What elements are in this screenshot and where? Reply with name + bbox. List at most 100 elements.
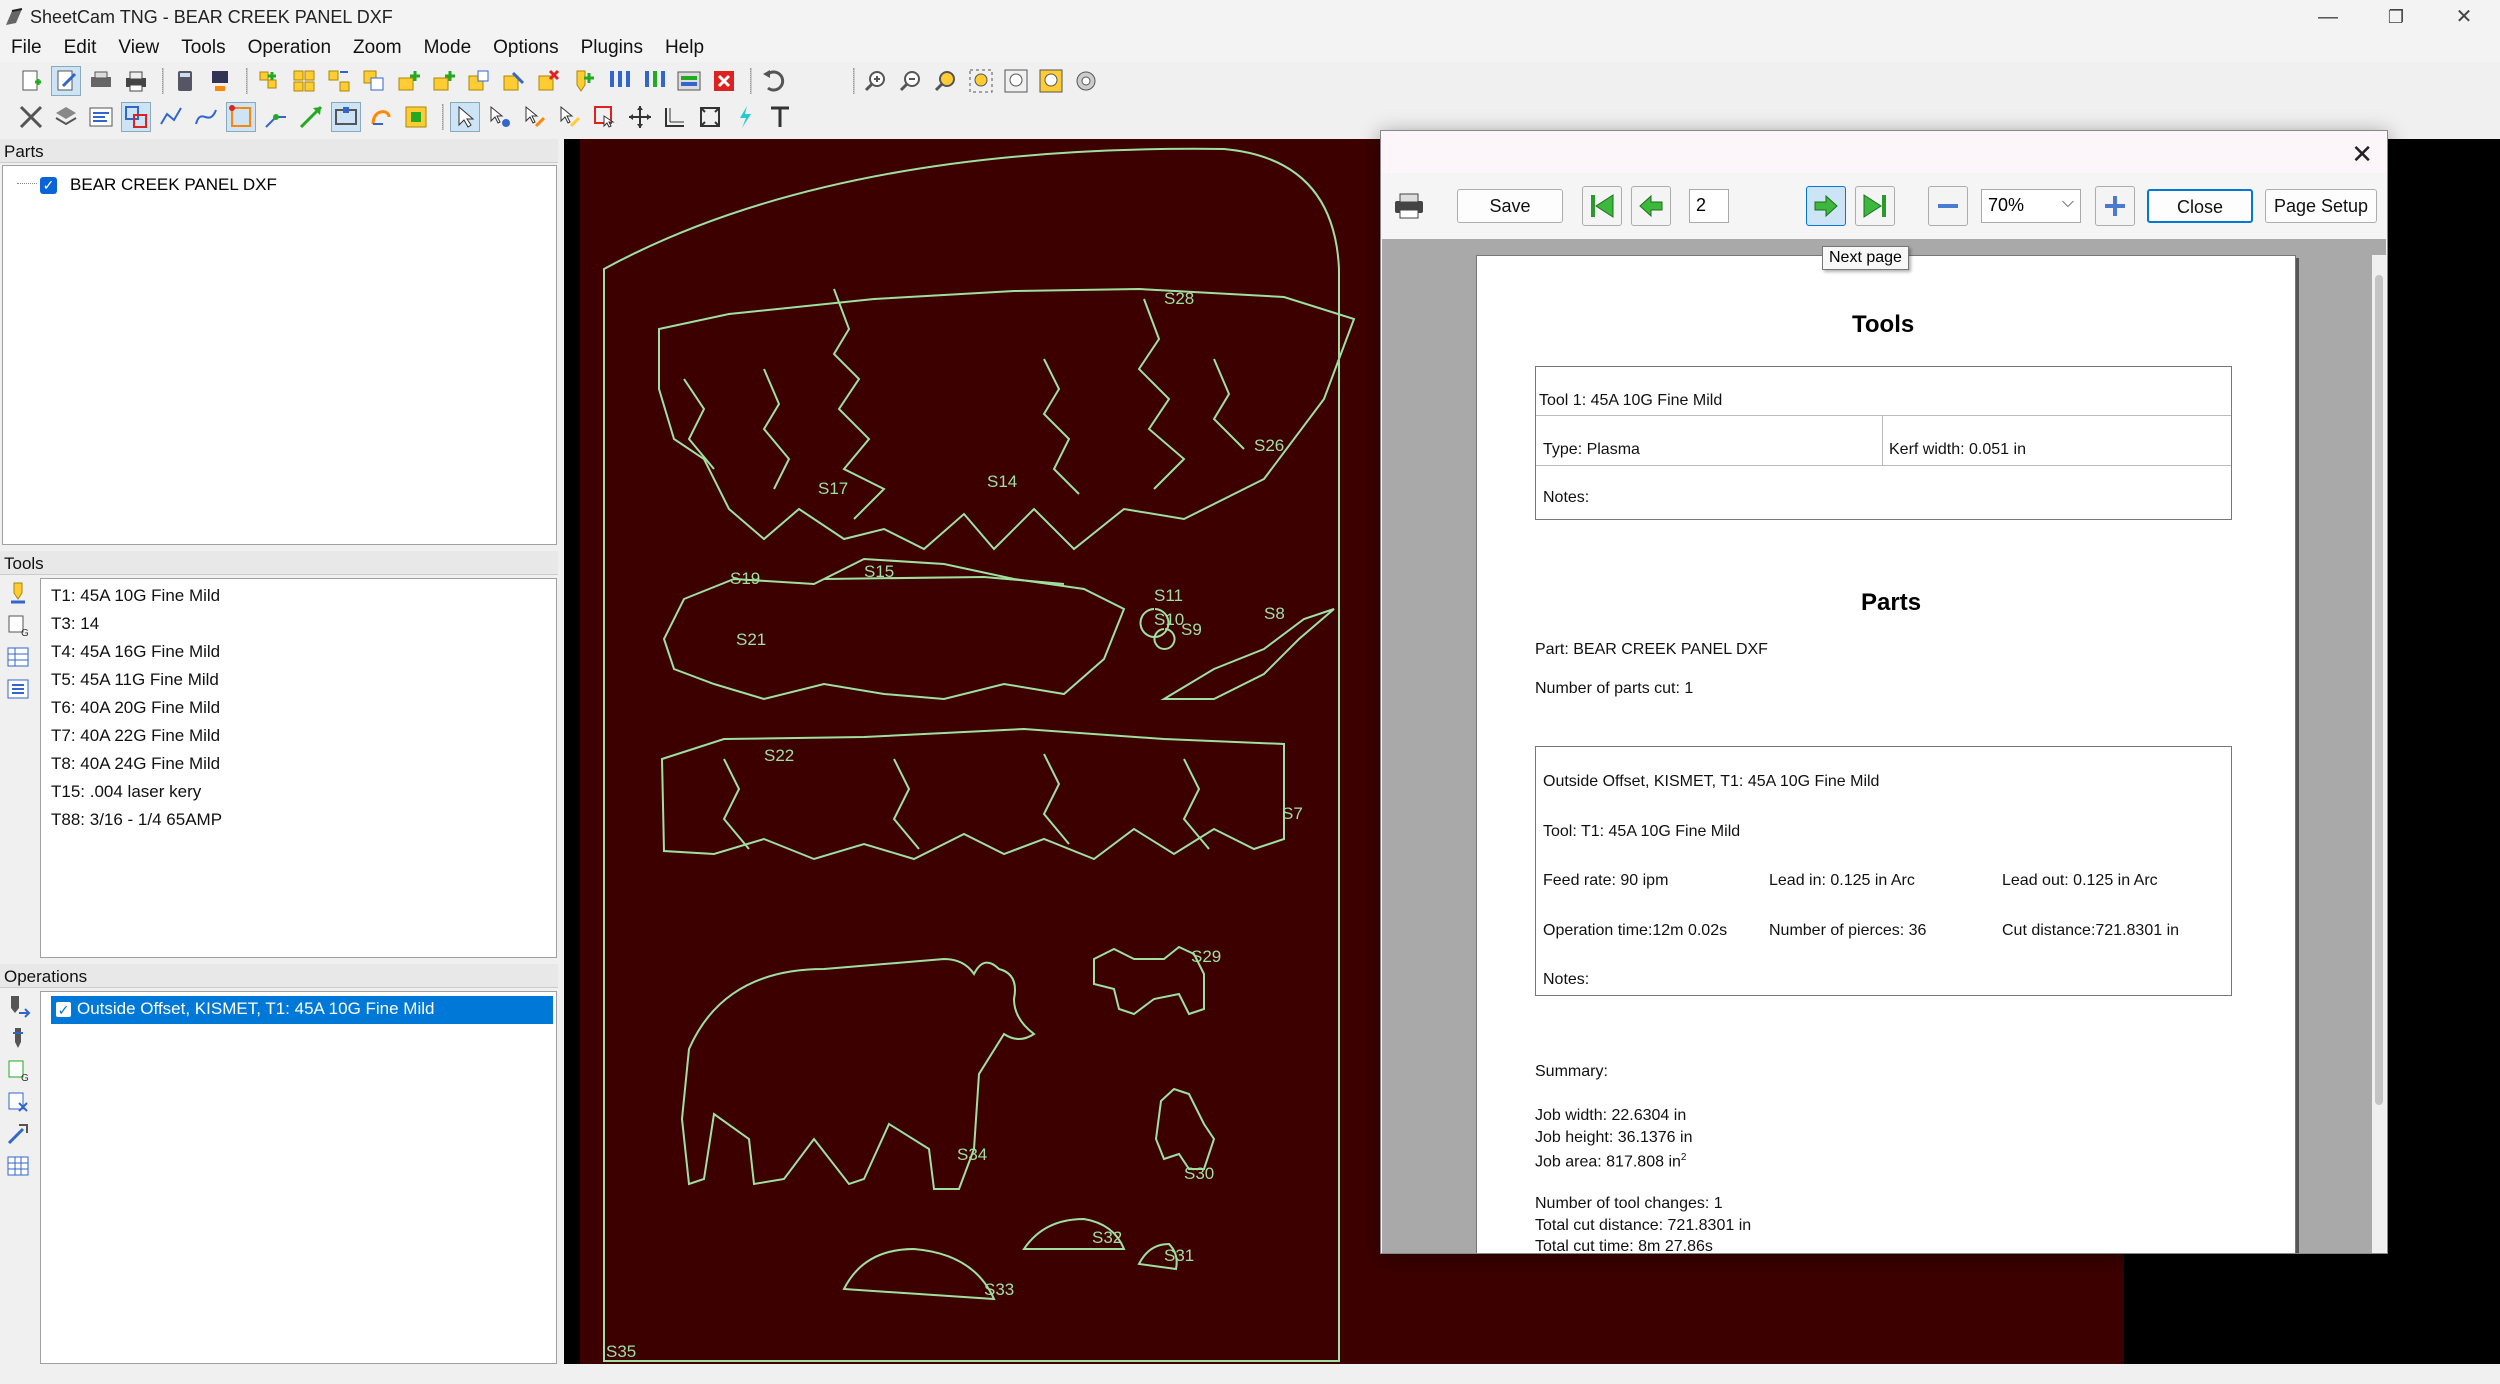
operation-table-icon[interactable] (5, 1153, 35, 1183)
operation-item[interactable]: ✓ Outside Offset, KISMET, T1: 45A 10G Fi… (51, 996, 553, 1024)
operation-checkbox[interactable]: ✓ (55, 1001, 72, 1018)
page-number-input[interactable]: 2 (1689, 189, 1729, 223)
select-tab-icon[interactable] (590, 102, 620, 132)
first-page-button[interactable] (1582, 186, 1622, 226)
add-tool-icon[interactable] (569, 66, 599, 96)
previous-page-button[interactable] (1631, 186, 1671, 226)
print-icon[interactable] (121, 66, 151, 96)
select-start-icon[interactable] (485, 102, 515, 132)
minimize-button[interactable]: — (2298, 2, 2358, 32)
tool-list-icon[interactable] (5, 676, 35, 706)
gcode-operation-icon[interactable]: G (5, 1057, 35, 1087)
scrollbar-thumb[interactable] (2375, 275, 2383, 1105)
post-processor-icon[interactable] (205, 66, 235, 96)
new-job-icon[interactable] (16, 66, 46, 96)
offset-icon[interactable] (401, 102, 431, 132)
copy-part-icon[interactable] (359, 66, 389, 96)
tab-icon[interactable] (331, 102, 361, 132)
maximize-button[interactable]: ❐ (2366, 2, 2426, 32)
add-contour-icon[interactable] (394, 66, 424, 96)
draw-path-icon[interactable] (156, 102, 186, 132)
print-icon[interactable] (1389, 186, 1429, 226)
zoom-select[interactable]: 70% ⌵ (1981, 189, 2081, 223)
tool-item[interactable]: T3: 14 (41, 610, 556, 638)
tool-item[interactable]: T1: 45A 10G Fine Mild (41, 582, 556, 610)
select-lead-icon[interactable] (520, 102, 550, 132)
tool-item[interactable]: T88: 3/16 - 1/4 65AMP (41, 806, 556, 834)
remove-part-icon[interactable] (534, 66, 564, 96)
drill-operation-icon[interactable] (5, 1025, 35, 1055)
close-window-button[interactable]: ✕ (2434, 2, 2494, 32)
layers-icon[interactable] (51, 102, 81, 132)
undo-icon[interactable] (758, 66, 788, 96)
laser-icon[interactable] (730, 102, 760, 132)
tool-table-icon[interactable] (604, 66, 634, 96)
menu-options[interactable]: Options (482, 34, 569, 59)
zoom-selection-icon[interactable] (1036, 66, 1066, 96)
path-rules-icon[interactable] (16, 102, 46, 132)
code-view-icon[interactable] (86, 102, 116, 132)
last-page-button[interactable] (1855, 186, 1895, 226)
dialog-close-icon[interactable]: ✕ (2351, 139, 2373, 170)
draw-spline-icon[interactable] (191, 102, 221, 132)
marking-operation-icon[interactable] (5, 1121, 35, 1151)
menu-mode[interactable]: Mode (413, 34, 483, 59)
page-setup-button[interactable]: Page Setup (2265, 189, 2377, 223)
tool-item[interactable]: T7: 40A 22G Fine Mild (41, 722, 556, 750)
edit-tool-icon[interactable] (639, 66, 669, 96)
add-part-icon[interactable] (254, 66, 284, 96)
select-direction-icon[interactable] (555, 102, 585, 132)
part-item[interactable]: ✓ BEAR CREEK PANEL DXF (40, 174, 277, 195)
menu-help[interactable]: Help (654, 34, 715, 59)
menu-tools[interactable]: Tools (170, 34, 236, 59)
tool-table-side-icon[interactable] (5, 644, 35, 674)
script-operation-icon[interactable] (5, 1089, 35, 1119)
nest-parts-icon[interactable] (289, 66, 319, 96)
zoom-in-icon[interactable] (861, 66, 891, 96)
calculator-icon[interactable] (170, 66, 200, 96)
zoom-in-button[interactable] (2095, 186, 2135, 226)
add-shape-icon[interactable] (429, 66, 459, 96)
material-icon[interactable] (674, 66, 704, 96)
cut-path-icon[interactable] (366, 102, 396, 132)
menu-operation[interactable]: Operation (237, 34, 342, 59)
edit-job-icon[interactable] (51, 66, 81, 96)
menu-zoom[interactable]: Zoom (342, 34, 413, 59)
zoom-extents-icon[interactable] (1001, 66, 1031, 96)
start-point-icon[interactable] (226, 102, 256, 132)
zoom-out-button[interactable] (1928, 186, 1968, 226)
save-button[interactable]: Save (1457, 189, 1563, 223)
tool-item[interactable]: T4: 45A 16G Fine Mild (41, 638, 556, 666)
menu-file[interactable]: File (0, 34, 53, 59)
zoom-window-icon[interactable] (931, 66, 961, 96)
tool-item[interactable]: T6: 40A 20G Fine Mild (41, 694, 556, 722)
select-contours-icon[interactable] (121, 102, 151, 132)
fit-frame-icon[interactable] (695, 102, 725, 132)
menu-edit[interactable]: Edit (53, 34, 108, 59)
direction-icon[interactable] (296, 102, 326, 132)
text-tool-icon[interactable] (765, 102, 795, 132)
plasma-tool-icon[interactable] (5, 580, 35, 610)
tool-item[interactable]: T15: .004 laser kery (41, 778, 556, 806)
move-icon[interactable] (625, 102, 655, 132)
add-hole-icon[interactable] (499, 66, 529, 96)
preview-area[interactable]: Tools Tool 1: 45A 10G Fine Mild Type: Pl… (1382, 239, 2386, 1253)
measure-icon[interactable] (660, 102, 690, 132)
add-text-icon[interactable] (464, 66, 494, 96)
menu-view[interactable]: View (107, 34, 170, 59)
next-page-button[interactable] (1806, 186, 1846, 226)
stop-icon[interactable] (709, 66, 739, 96)
zoom-settings-icon[interactable] (1071, 66, 1101, 96)
zoom-parts-icon[interactable] (966, 66, 996, 96)
tool-item[interactable]: T5: 45A 11G Fine Mild (41, 666, 556, 694)
print-preview-icon[interactable] (86, 66, 116, 96)
gcode-tool-icon[interactable]: G (5, 612, 35, 642)
select-pointer-icon[interactable] (450, 102, 480, 132)
zoom-out-icon[interactable] (896, 66, 926, 96)
part-checkbox[interactable]: ✓ (40, 176, 57, 194)
tool-item[interactable]: T8: 40A 24G Fine Mild (41, 750, 556, 778)
menu-plugins[interactable]: Plugins (570, 34, 654, 59)
array-parts-icon[interactable] (324, 66, 354, 96)
preview-scrollbar[interactable] (2372, 255, 2386, 1253)
close-button[interactable]: Close (2147, 189, 2253, 223)
